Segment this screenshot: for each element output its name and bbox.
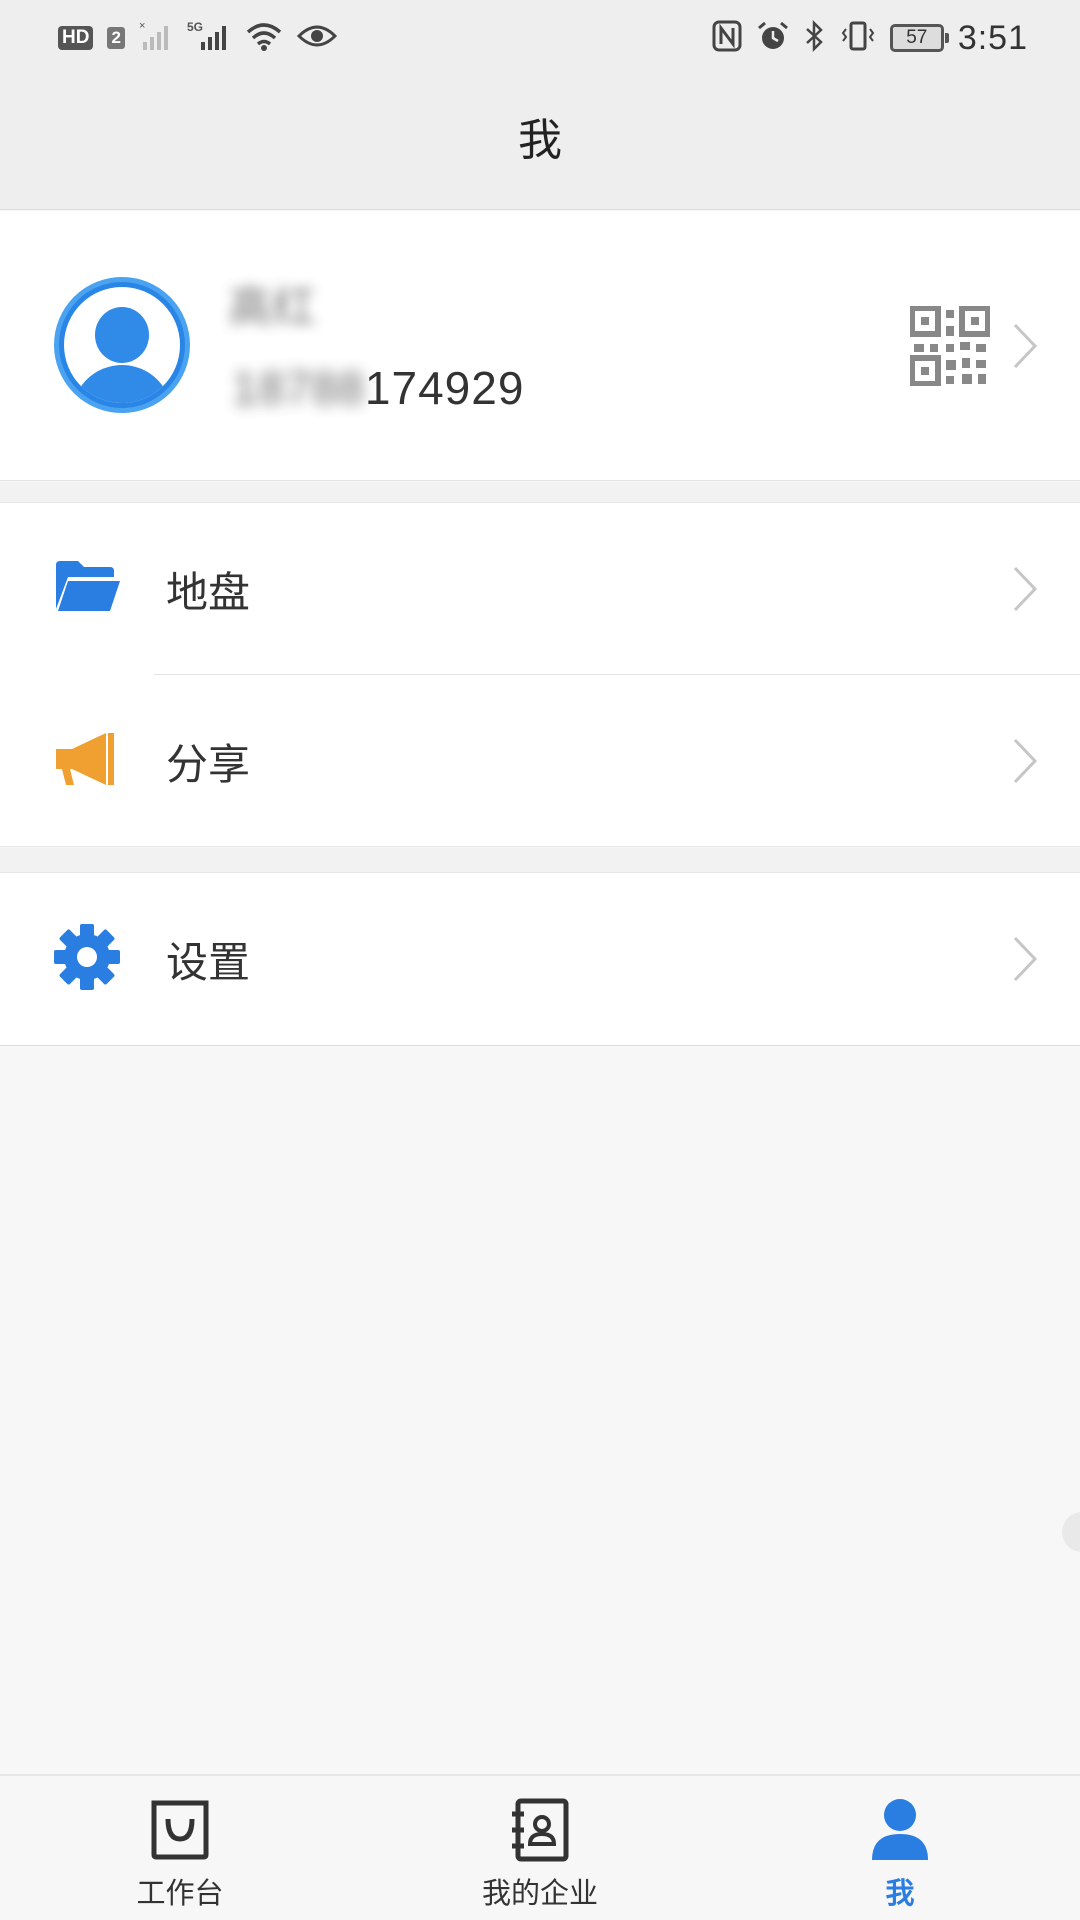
floating-edge-handle[interactable]	[1062, 1512, 1080, 1552]
menu-group-2: 设置	[0, 872, 1080, 1046]
profile-name: 高红	[228, 282, 316, 333]
signal-icon: ×	[139, 20, 173, 56]
person-icon	[869, 1794, 931, 1866]
folder-icon	[54, 557, 122, 621]
eye-icon	[296, 22, 338, 54]
tab-label-me: 我	[885, 1876, 915, 1910]
menu-label-settings: 设置	[166, 937, 251, 987]
menu-item-share[interactable]: 分享	[0, 675, 1080, 847]
menu-label-share: 分享	[166, 739, 251, 789]
tab-workbench[interactable]: 工作台	[0, 1776, 360, 1920]
avatar[interactable]	[54, 277, 190, 413]
gear-icon	[54, 924, 120, 994]
svg-text:×: ×	[139, 20, 145, 32]
megaphone-icon	[54, 727, 118, 795]
status-left: HD 2 × 5G	[58, 20, 338, 56]
sim-badge: 2	[107, 27, 125, 49]
avatar-inner	[64, 287, 180, 403]
bluetooth-icon	[804, 19, 826, 56]
5g-label: 5G	[187, 20, 203, 34]
bottom-tab-bar: 工作台 我的企业 我	[0, 1774, 1080, 1920]
chevron-right-icon	[1012, 935, 1038, 983]
menu-group-1: 地盘 分享	[0, 502, 1080, 847]
status-right: 57 3:51	[712, 19, 1028, 58]
qr-code-icon[interactable]	[909, 305, 991, 390]
section-gap	[0, 482, 1080, 502]
signal-5g-icon: 5G	[187, 20, 231, 56]
nav-bar: 我	[0, 76, 1080, 210]
phone-hidden-part: 18788	[232, 362, 365, 414]
menu-label-territory: 地盘	[166, 567, 251, 617]
workbench-bag-icon	[148, 1794, 212, 1866]
alarm-icon	[756, 20, 790, 56]
avatar-head	[95, 307, 149, 363]
tab-me[interactable]: 我	[720, 1776, 1080, 1920]
tab-my-enterprise[interactable]: 我的企业	[360, 1776, 720, 1920]
hd-badge: HD	[58, 26, 94, 50]
phone-visible-part: 174929	[364, 362, 525, 414]
wifi-icon	[245, 20, 283, 56]
chevron-right-icon	[1012, 565, 1038, 613]
contacts-book-icon	[508, 1794, 572, 1866]
menu-item-settings[interactable]: 设置	[0, 873, 1080, 1045]
vibrate-icon	[840, 20, 876, 56]
status-bar: HD 2 × 5G 57 3:51	[0, 0, 1080, 76]
tab-label-workbench: 工作台	[136, 1876, 224, 1910]
battery-level: 57	[906, 27, 928, 48]
battery-icon: 57	[889, 24, 949, 52]
page-title: 我	[518, 114, 562, 166]
tab-label-my-enterprise: 我的企业	[481, 1876, 598, 1910]
chevron-right-icon	[1012, 737, 1038, 785]
menu-item-territory[interactable]: 地盘	[0, 503, 1080, 675]
profile-card[interactable]: 高红 18788174929	[0, 211, 1080, 481]
profile-phone: 18788174929	[232, 361, 524, 415]
chevron-right-icon[interactable]	[1012, 322, 1038, 370]
avatar-body	[72, 365, 172, 403]
section-gap	[0, 848, 1080, 872]
status-time: 3:51	[957, 18, 1028, 57]
nfc-icon	[712, 20, 742, 56]
